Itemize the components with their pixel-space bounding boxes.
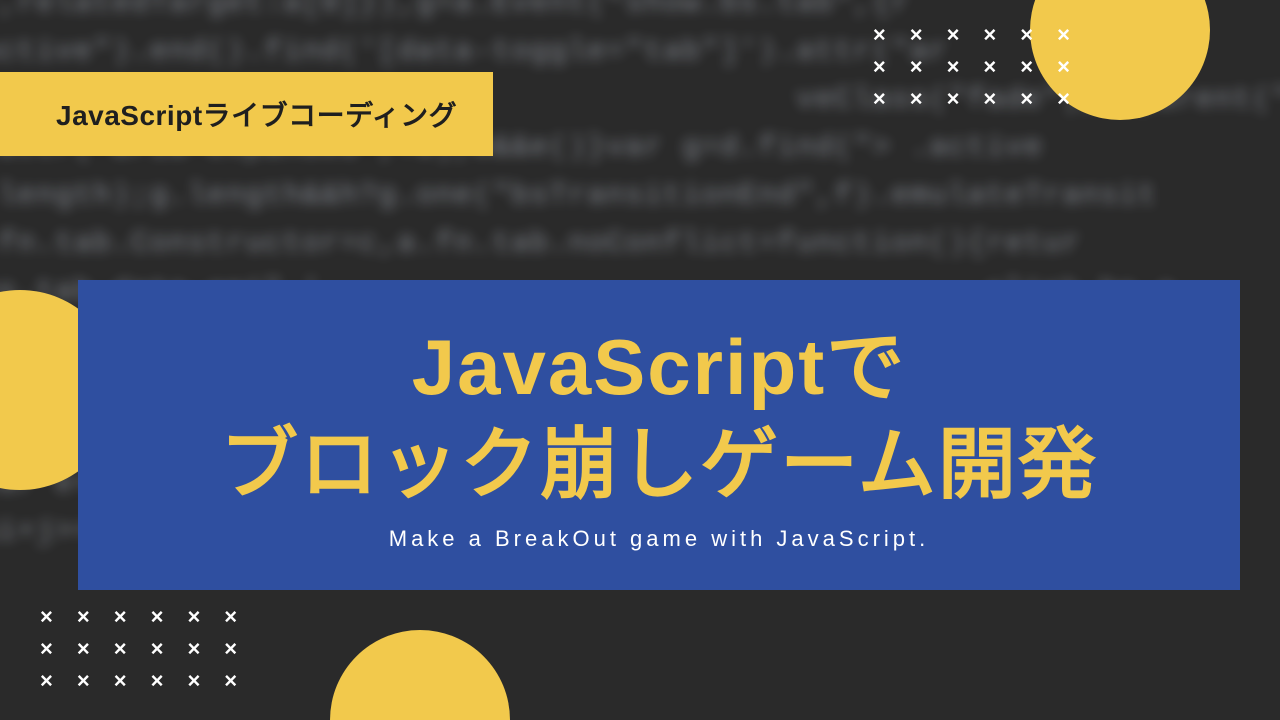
x-glyph: × xyxy=(873,56,886,78)
x-glyph: × xyxy=(1057,88,1070,110)
thumbnail-stage: b",relatedTarget:a[0]}),g=a.Event("show.… xyxy=(0,0,1280,720)
x-glyph: × xyxy=(910,88,923,110)
category-tag: JavaScriptライブコーディング xyxy=(0,72,493,156)
x-glyph: × xyxy=(151,670,164,692)
x-glyph: × xyxy=(40,606,53,628)
title-line-2: ブロック崩しゲーム開発 xyxy=(220,416,1098,514)
main-title: JavaScriptで ブロック崩しゲーム開発 xyxy=(220,319,1098,514)
x-glyph: × xyxy=(1057,56,1070,78)
x-glyph: × xyxy=(151,638,164,660)
x-glyph: × xyxy=(983,56,996,78)
x-glyph: × xyxy=(151,606,164,628)
x-glyph: × xyxy=(187,638,200,660)
code-line: a.fn.tab.Constructor=c,a.fn.tab.noConfli… xyxy=(0,220,1280,268)
x-glyph: × xyxy=(1020,24,1033,46)
x-glyph: × xyxy=(983,88,996,110)
x-glyph: × xyxy=(187,670,200,692)
x-glyph: × xyxy=(77,638,90,660)
x-glyph: × xyxy=(77,670,90,692)
x-glyph: × xyxy=(947,56,960,78)
x-glyph: × xyxy=(77,606,90,628)
x-glyph: × xyxy=(947,24,960,46)
x-glyph: × xyxy=(187,606,200,628)
x-glyph: × xyxy=(224,638,237,660)
x-glyph: × xyxy=(1057,24,1070,46)
x-glyph: × xyxy=(947,88,960,110)
x-glyph: × xyxy=(1020,56,1033,78)
x-glyph: × xyxy=(1020,88,1033,110)
title-line-1: JavaScriptで xyxy=(220,319,1098,417)
x-glyph: × xyxy=(40,638,53,660)
x-glyph: × xyxy=(114,670,127,692)
x-glyph: × xyxy=(873,88,886,110)
x-pattern-bottom: × × × × × × × × × × × × × × × × × × xyxy=(40,606,237,692)
x-glyph: × xyxy=(910,56,923,78)
x-glyph: × xyxy=(224,670,237,692)
x-glyph: × xyxy=(40,670,53,692)
title-panel: JavaScriptで ブロック崩しゲーム開発 Make a BreakOut … xyxy=(78,280,1240,590)
x-glyph: × xyxy=(910,24,923,46)
code-line: ).length);g.length&&h?g.one("bsTransitio… xyxy=(0,172,1280,220)
x-glyph: × xyxy=(983,24,996,46)
subtitle: Make a BreakOut game with JavaScript. xyxy=(389,526,930,552)
category-tag-label: JavaScriptライブコーディング xyxy=(56,100,457,131)
x-glyph: × xyxy=(114,606,127,628)
x-glyph: × xyxy=(873,24,886,46)
x-pattern-top: × × × × × × × × × × × × × × × × × × xyxy=(873,24,1070,110)
x-glyph: × xyxy=(224,606,237,628)
x-glyph: × xyxy=(114,638,127,660)
